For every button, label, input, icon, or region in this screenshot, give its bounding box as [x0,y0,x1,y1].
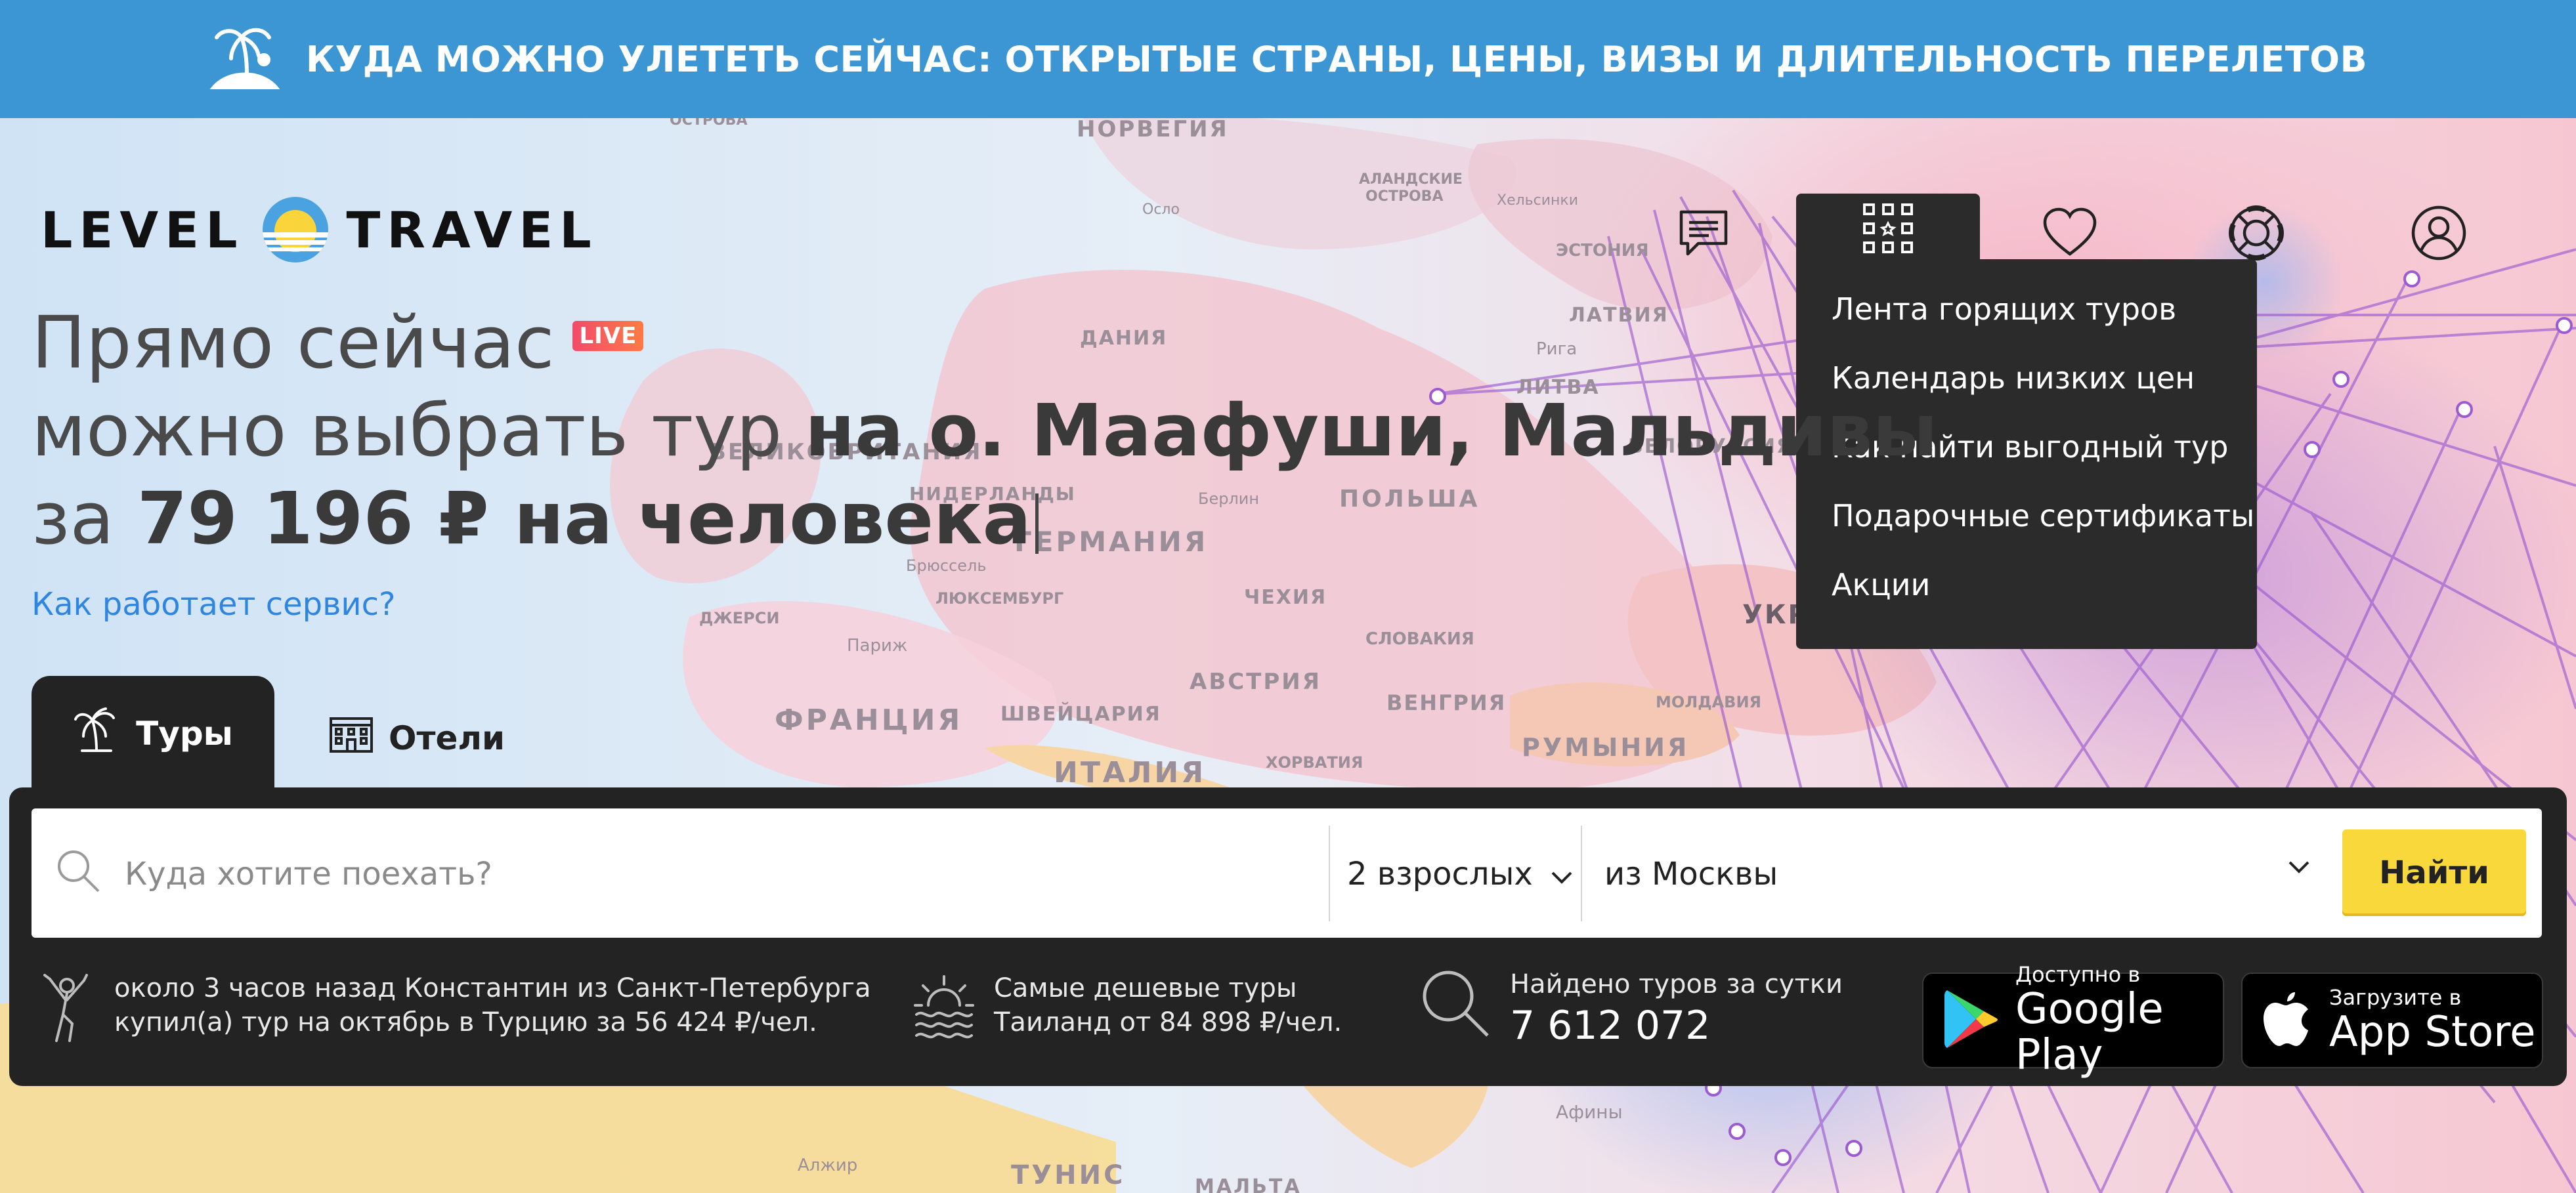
cheapest-tours-value: Таиланд от 84 898 ₽/чел. [994,1007,1342,1037]
celebrating-person-icon [37,971,96,1053]
recent-purchase-info: около 3 часов назад Константин из Санкт-… [37,971,871,1053]
map-label: Афины [1556,1101,1623,1123]
lifebuoy-icon[interactable] [2220,197,2292,269]
map-label: ФРАНЦИЯ [775,703,962,737]
map-label: МОЛДАВИЯ [1656,693,1761,711]
google-play-small-text: Доступно в [2015,962,2141,987]
map-label: Алжир [798,1156,857,1175]
hero-line3-prefix: за [32,476,137,560]
cheapest-tours-info: Самые дешевые туры Таиланд от 84 898 ₽/ч… [912,971,1342,1048]
user-icon[interactable] [2403,197,2475,269]
tab-tours-label: Туры [136,714,233,753]
divider [1329,826,1330,921]
palm-island-icon [209,22,281,96]
map-label: МАЛЬТА [1195,1175,1302,1193]
palm-icon [73,706,120,761]
chat-icon[interactable] [1667,197,1740,269]
how-it-works-link[interactable]: Как работает сервис? [32,586,395,623]
tours-found-info: Найдено туров за сутки 7 612 072 [1419,967,1843,1050]
apple-icon [2262,990,2311,1051]
map-label: ЧЕХИЯ [1244,586,1327,609]
map-label: АЛАНДСКИЕ [1359,171,1463,188]
hero-destination: на о. Маафуши, Мальдивы [805,388,1938,472]
destination-search-input[interactable] [123,841,1305,907]
hero-line1: Прямо сейчас [32,301,555,385]
map-label: Хельсинки [1497,192,1578,209]
find-button[interactable]: Найти [2342,829,2526,916]
tours-found-count: 7 612 072 [1510,1003,1711,1049]
typing-cursor [1035,493,1039,554]
map-label: ЛЮКСЕМБУРГ [935,589,1063,608]
google-play-big-text: Google Play [2015,985,2164,1079]
heart-icon[interactable] [2034,197,2106,269]
map-label: ХОРВАТИЯ [1266,753,1363,772]
logo-text-right: TRAVEL [346,200,598,259]
google-play-icon [1943,988,2000,1053]
app-store-small-text: Загрузите в [2329,985,2462,1010]
divider [1581,826,1582,921]
hotel-building-icon [328,715,374,762]
map-label: ДЖЕРСИ [699,609,779,627]
app-store-badge[interactable]: Загрузите в App Store [2241,973,2543,1068]
map-label: РУМЫНИЯ [1522,733,1689,762]
hero-line2-prefix: можно выбрать тур [32,388,805,472]
chevron-down-icon[interactable] [2287,860,2311,877]
guests-value: 2 взрослых [1347,856,1533,892]
guests-selector[interactable]: 2 взрослых [1347,841,1574,907]
top-banner[interactable]: КУДА МОЖНО УЛЕТЕТЬ СЕЙЧАС: ОТКРЫТЫЕ СТРА… [0,0,2576,118]
recent-purchase-line1: около 3 часов назад Константин из Санкт-… [114,973,871,1003]
map-label: СЛОВАКИЯ [1365,629,1474,649]
map-label: ТУНИС [1011,1160,1125,1190]
logo-text-left: LEVEL [41,200,244,259]
tours-found-label: Найдено туров за сутки [1510,969,1843,999]
departure-city-selector[interactable]: из Москвы [1604,841,1778,907]
apps-grid-button[interactable] [1796,194,1980,266]
logo[interactable]: LEVEL TRAVEL [41,196,598,264]
sun-logo-icon [261,196,330,264]
tab-tours[interactable]: Туры [32,676,274,791]
apps-grid-icon [1862,202,1914,257]
tab-hotels-label: Отели [389,719,505,757]
map-label: Париж [847,636,907,656]
map-label: Осло [1142,201,1180,218]
search-form: 2 взрослых из Москвы Найти [32,808,2542,938]
hero-headline: Прямо сейчас LIVE можно выбрать тур на о.… [32,299,1938,562]
banner-text[interactable]: КУДА МОЖНО УЛЕТЕТЬ СЕЙЧАС: ОТКРЫТЫЕ СТРА… [306,39,2367,80]
app-store-big-text: App Store [2329,1008,2536,1057]
sun-sea-icon [912,971,976,1048]
google-play-badge[interactable]: Доступно в Google Play [1922,963,2224,1078]
tab-hotels[interactable]: Отели [328,709,505,768]
search-icon [55,848,102,898]
cheapest-tours-title: Самые дешевые туры [994,973,1297,1003]
map-label: ОСТРОВА [1365,188,1443,205]
map-label: НОРВЕГИЯ [1077,118,1229,142]
map-label: ВЕНГРИЯ [1386,690,1506,715]
departure-city-value: из Москвы [1604,856,1778,892]
map-label: ШВЕЙЦАРИЯ [1000,702,1161,726]
chevron-down-icon [1550,856,1574,892]
search-icon [1419,967,1492,1048]
map-label: АВСТРИЯ [1190,669,1321,695]
live-badge: LIVE [572,320,644,351]
map-label: ИТАЛИЯ [1054,756,1206,789]
map-label: ОСТРОВА [670,118,747,129]
hero-price: 79 196 ₽ на человека [137,476,1031,560]
recent-purchase-line2: купил(а) тур на октябрь в Турцию за 56 4… [114,1007,817,1037]
map-label: ЭСТОНИЯ [1556,241,1649,261]
